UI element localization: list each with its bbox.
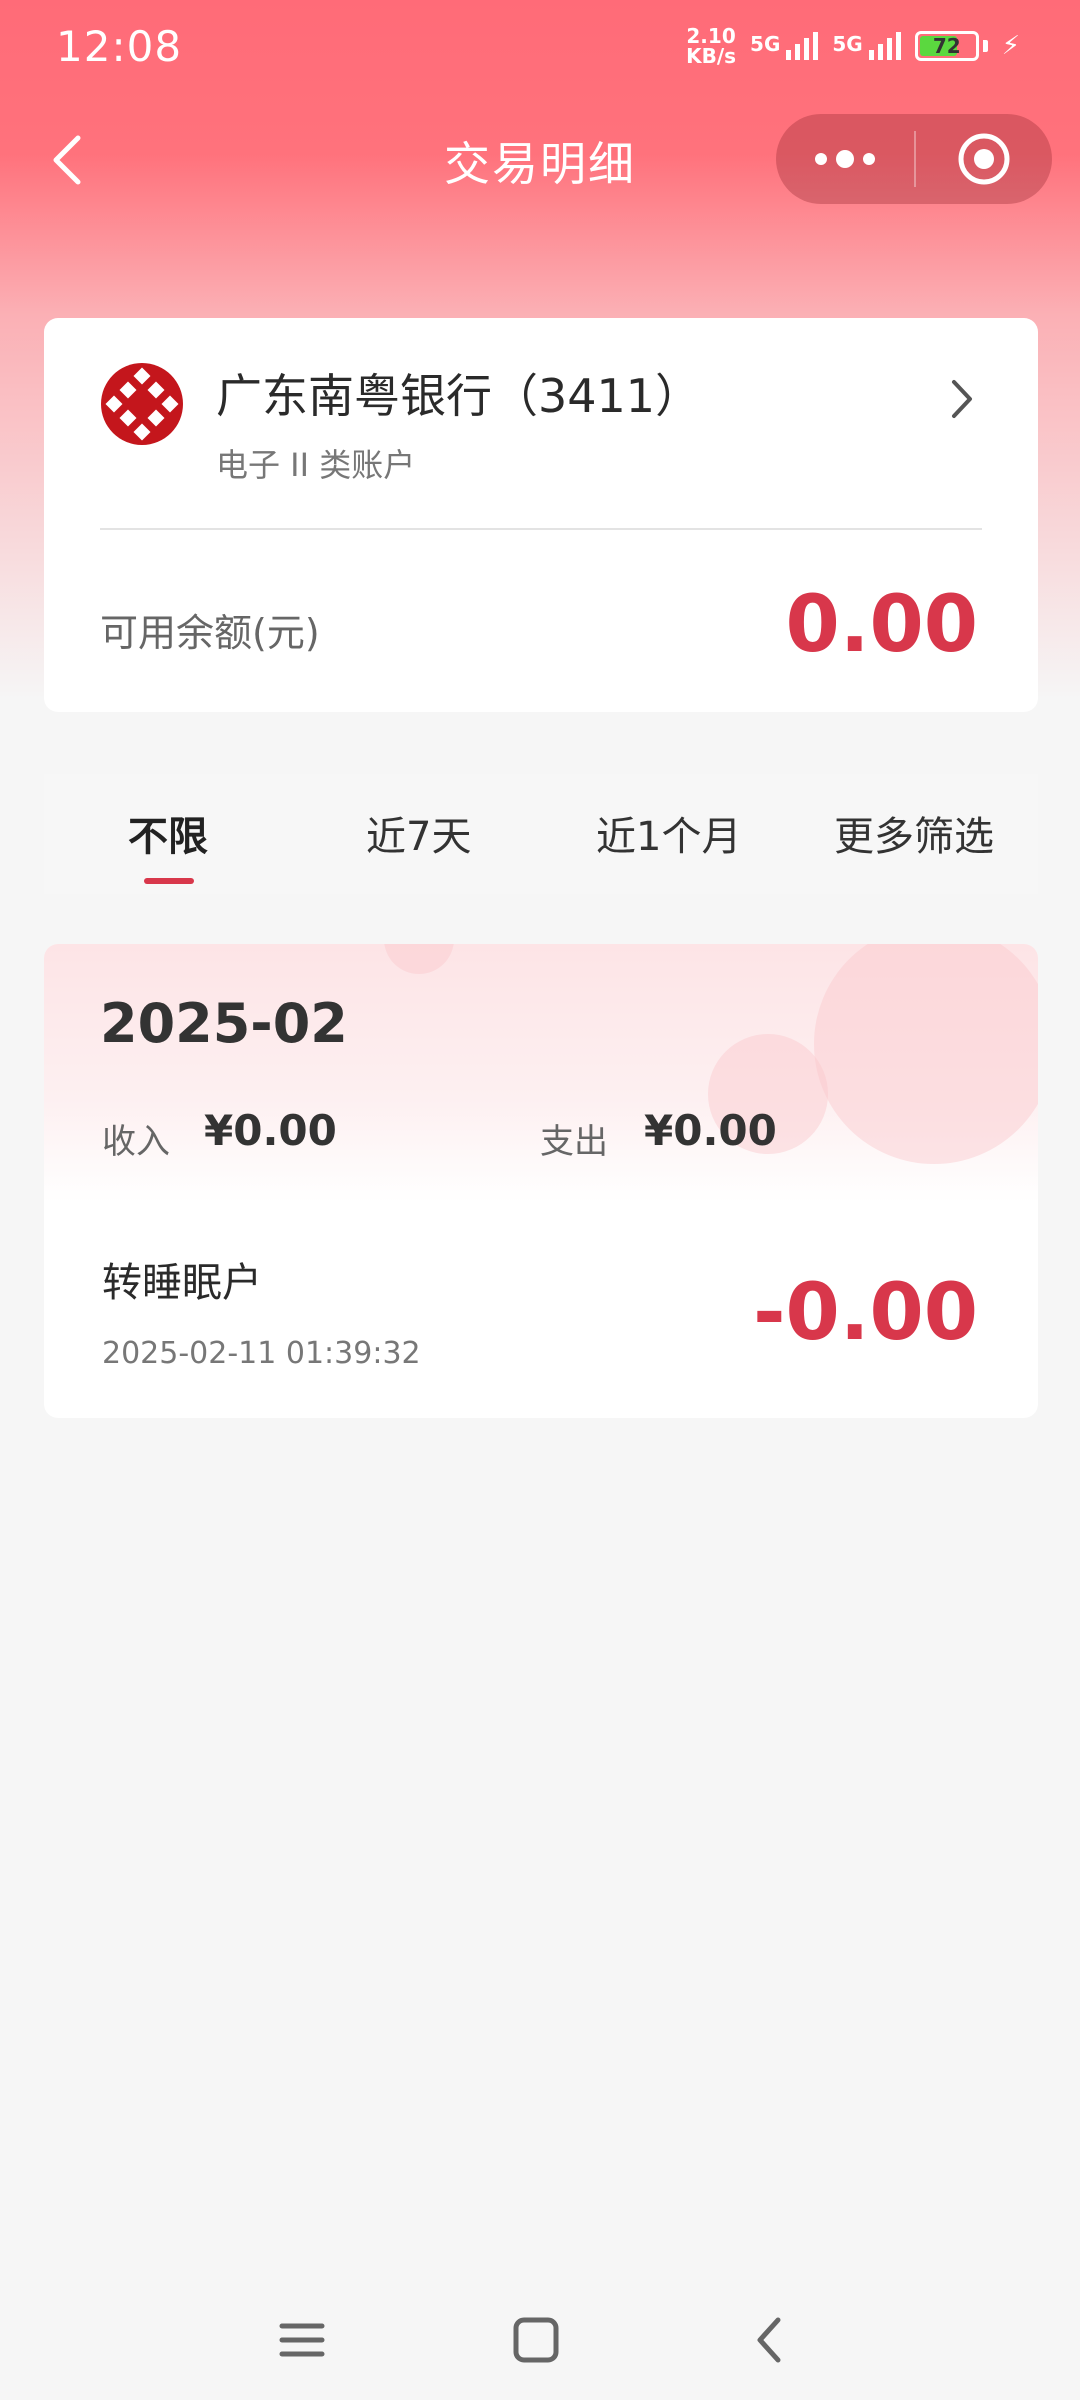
month-title: 2025-02 bbox=[100, 992, 348, 1055]
more-button[interactable] bbox=[776, 114, 914, 204]
tab-last-1-month[interactable]: 近1个月 bbox=[596, 804, 741, 862]
income-label: 收入 bbox=[102, 1122, 170, 1162]
battery-tip bbox=[982, 40, 988, 52]
charging-icon: ⚡ bbox=[1001, 31, 1020, 61]
status-bar: 12:08 2.10 KB/s 5G 5G 72 ⚡ bbox=[0, 0, 1080, 100]
navigation-bar: 交易明细 bbox=[0, 100, 1080, 220]
decor-bubble bbox=[814, 944, 1038, 1164]
divider bbox=[100, 528, 982, 530]
account-type: 电子 II 类账户 bbox=[216, 446, 416, 484]
expense-value: ¥0.00 bbox=[644, 1106, 777, 1155]
signal-1-label: 5G bbox=[750, 32, 781, 56]
balance-value: 0.00 bbox=[785, 580, 978, 670]
income-value: ¥0.00 bbox=[204, 1106, 337, 1155]
transaction-amount: -0.00 bbox=[753, 1268, 978, 1358]
month-summary: 2025-02 收入 ¥0.00 支出 ¥0.00 bbox=[44, 944, 1038, 1202]
transactions-card: 2025-02 收入 ¥0.00 支出 ¥0.00 转睡眠户 2025-02-1… bbox=[44, 944, 1038, 1418]
network-speed-value: 2.10 bbox=[686, 24, 736, 48]
home-square-icon bbox=[513, 2317, 559, 2363]
system-navigation-bar bbox=[0, 2280, 1080, 2400]
signal-2-label: 5G bbox=[832, 32, 863, 56]
transaction-title: 转睡眠户 bbox=[102, 1260, 262, 1306]
chevron-right-icon bbox=[952, 380, 972, 418]
home-button[interactable] bbox=[506, 2310, 566, 2370]
mini-program-capsule bbox=[776, 114, 1052, 204]
tab-last-7-days[interactable]: 近7天 bbox=[366, 804, 471, 862]
tab-more-filters[interactable]: 更多筛选 bbox=[834, 804, 994, 862]
filter-tabs: 不限 近7天 近1个月 更多筛选 bbox=[44, 774, 1038, 894]
tab-unlimited[interactable]: 不限 bbox=[128, 804, 208, 862]
battery-level: 72 bbox=[932, 34, 961, 58]
more-dots-icon bbox=[815, 150, 875, 168]
transaction-time: 2025-02-11 01:39:32 bbox=[102, 1336, 421, 1371]
close-button[interactable] bbox=[916, 114, 1052, 204]
bank-name: 广东南粤银行（3411） bbox=[216, 369, 702, 423]
expense-label: 支出 bbox=[540, 1122, 608, 1162]
bank-logo bbox=[101, 363, 183, 445]
status-indicators: 2.10 KB/s 5G 5G 72 ⚡ bbox=[686, 26, 1020, 66]
network-speed: 2.10 KB/s bbox=[686, 26, 736, 66]
system-back-button[interactable] bbox=[740, 2310, 800, 2370]
menu-button[interactable] bbox=[272, 2310, 332, 2370]
decor-bubble bbox=[384, 944, 454, 974]
balance-label: 可用余额(元) bbox=[100, 611, 320, 655]
signal-icon: 5G bbox=[832, 32, 901, 60]
target-close-icon bbox=[958, 133, 1010, 185]
status-time: 12:08 bbox=[56, 22, 183, 71]
signal-icon: 5G bbox=[750, 32, 819, 60]
active-tab-indicator bbox=[144, 878, 194, 884]
menu-icon bbox=[279, 2323, 325, 2357]
account-card[interactable]: 广东南粤银行（3411） 电子 II 类账户 可用余额(元) 0.00 bbox=[44, 318, 1038, 712]
back-triangle-icon bbox=[757, 2317, 781, 2363]
battery-icon: 72 bbox=[914, 31, 979, 61]
network-speed-unit: KB/s bbox=[686, 44, 737, 68]
